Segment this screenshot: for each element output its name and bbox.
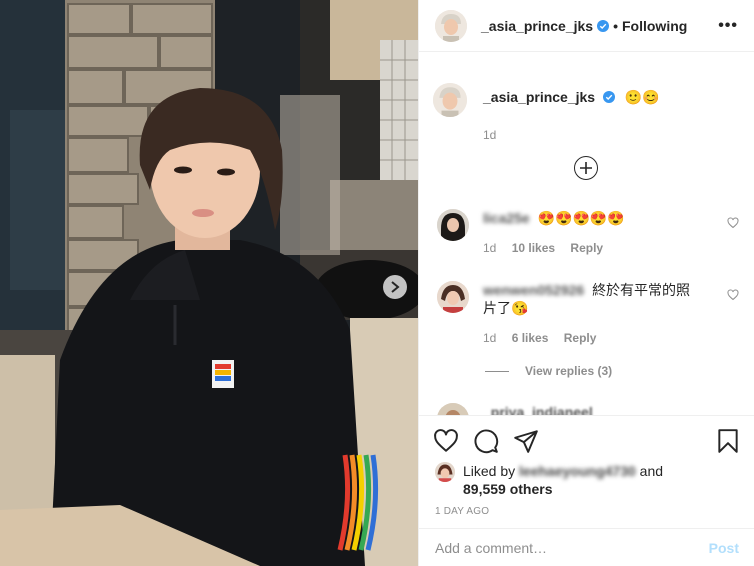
avatar-image — [437, 403, 469, 415]
plus-icon — [580, 162, 592, 174]
caption-avatar[interactable] — [433, 83, 467, 117]
reply-button[interactable]: Reply — [564, 331, 597, 345]
liked-by-username[interactable]: leehaeyoung4730 — [519, 463, 636, 479]
like-comment-heart-icon[interactable] — [727, 289, 739, 301]
caption-username[interactable]: _asia_prince_jks — [483, 89, 595, 105]
commenter-avatar[interactable] — [437, 403, 469, 415]
commenter-avatar[interactable] — [437, 281, 469, 313]
comment-time[interactable]: 1d — [483, 331, 496, 345]
view-replies-label: View replies (3) — [525, 364, 613, 378]
avatar-image — [437, 209, 469, 241]
comment-item: _priya_indianeel — [437, 403, 739, 415]
commenter-username[interactable]: wenwen052926 — [483, 282, 584, 298]
post-comment-button[interactable]: Post — [709, 540, 739, 556]
comment-likes[interactable]: 10 likes — [512, 241, 555, 255]
comment-time[interactable]: 1d — [483, 241, 496, 255]
view-replies-button[interactable]: View replies (3) — [485, 364, 612, 378]
verified-badge-icon — [602, 91, 615, 103]
next-photo-button[interactable] — [383, 275, 407, 299]
comment-likes[interactable]: 6 likes — [512, 331, 549, 345]
separator-dot: • — [613, 17, 618, 34]
caption-text: 🙂😊 — [624, 89, 660, 105]
liked-by-prefix: Liked by — [463, 463, 516, 479]
comments-list[interactable]: _asia_prince_jks 🙂😊 1d lica25e 😍😍😍😍😍 1d … — [419, 53, 754, 415]
author-avatar[interactable] — [435, 9, 467, 42]
more-options-icon[interactable]: ••• — [718, 17, 738, 35]
save-bookmark-icon[interactable] — [715, 428, 741, 454]
verified-badge-icon — [597, 19, 610, 32]
chevron-right-icon — [391, 281, 400, 293]
post-photo — [0, 0, 418, 566]
avatar-image — [437, 281, 469, 313]
liker-avatar[interactable] — [435, 462, 455, 482]
like-heart-icon[interactable] — [433, 428, 459, 454]
add-comment-bar: Post — [419, 528, 754, 566]
reply-button[interactable]: Reply — [570, 241, 603, 255]
post-caption: _asia_prince_jks 🙂😊 1d — [419, 53, 754, 142]
commenter-avatar[interactable] — [437, 209, 469, 241]
comment-item: wenwen052926 終於有平常的照片了😘 1d 6 likes Reply — [437, 281, 739, 345]
comment-input[interactable] — [435, 539, 709, 556]
action-bar — [419, 416, 754, 466]
replies-divider-line — [485, 370, 509, 372]
post-timestamp[interactable]: 1 DAY AGO — [419, 498, 754, 517]
like-comment-heart-icon[interactable] — [727, 217, 739, 229]
commenter-username[interactable]: _priya_indianeel — [483, 404, 593, 415]
commenter-username[interactable]: lica25e — [483, 210, 530, 226]
avatar-image — [435, 462, 455, 482]
following-button[interactable]: Following — [622, 18, 687, 34]
comment-bubble-icon[interactable] — [473, 428, 499, 454]
load-more-comments-button[interactable] — [574, 156, 598, 180]
others-likes-link[interactable]: 89,559 others — [463, 481, 553, 497]
post-actions-section: Liked by leehaeyoung4730 and 89,559 othe… — [419, 415, 754, 517]
photo-illustration — [0, 0, 418, 566]
avatar-image — [433, 83, 467, 117]
comment-text: 😍😍😍😍😍 — [537, 210, 625, 226]
caption-timestamp[interactable]: 1d — [483, 128, 660, 142]
comment-item: lica25e 😍😍😍😍😍 1d 10 likes Reply — [437, 209, 739, 255]
share-direct-icon[interactable] — [513, 428, 539, 454]
post-header: _asia_prince_jks • Following ••• — [419, 0, 754, 52]
author-username[interactable]: _asia_prince_jks — [481, 18, 593, 34]
liked-by-and: and — [639, 463, 664, 479]
likes-summary: Liked by leehaeyoung4730 and 89,559 othe… — [419, 462, 754, 498]
avatar-image — [435, 9, 467, 42]
post-detail-panel: _asia_prince_jks • Following ••• _asia_p… — [418, 0, 754, 566]
